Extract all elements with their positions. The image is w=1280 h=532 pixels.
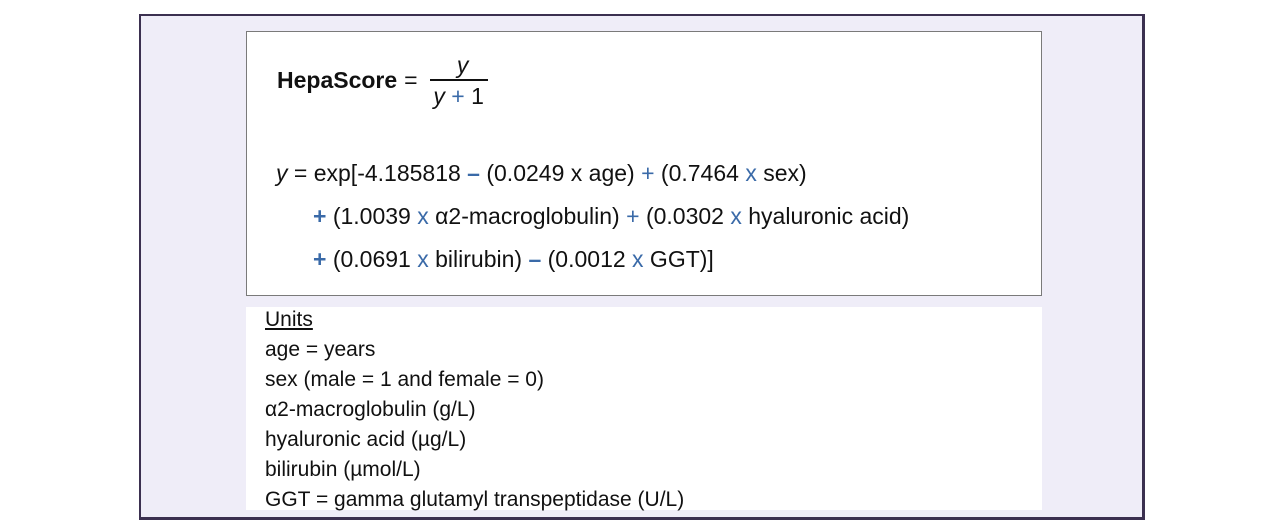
y-equation-line-3: + (0.0691 x bilirubin) – (0.0012 x GGT)] [313,245,714,273]
equals-sign: = [287,160,314,186]
denominator-operator: + [451,82,465,109]
ha-coefficient: (0.0302 [639,203,731,229]
units-heading: Units [265,308,313,331]
equals-sign: = [404,66,418,93]
denominator-variable: y [433,82,445,109]
y-equation-line-1: y = exp[-4.185818 – (0.0249 x age) + (0.… [276,159,807,187]
minus-operator: – [467,160,480,186]
fraction-bar [429,78,488,81]
unit-line-sex: sex (male = 1 and female = 0) [265,368,544,391]
minus-operator: – [528,246,542,272]
hepascore-label: HepaScore [277,66,398,93]
unit-line-a2m: α2-macroglobulin (g/L) [265,398,476,421]
sex-variable: sex) [756,160,807,186]
unit-line-ggt: GGT = gamma glutamyl transpeptidase (U/L… [265,488,685,511]
y-equation-line-2: + (1.0039 x α2-macroglobulin) + (0.0302 … [313,202,909,230]
a2m-variable: α2-macroglobulin) [428,203,627,229]
ggt-coefficient: (0.0012 [541,246,633,272]
plus-operator: + [626,203,640,229]
multiply-operator: x [730,203,742,229]
a2m-coefficient: (1.0039 [326,203,418,229]
unit-line-age: age = years [265,338,376,361]
units-box: Units age = years sex (male = 1 and fema… [246,307,1042,511]
denominator-constant: 1 [471,82,484,109]
hepascore-fraction: y y + 1 [429,51,488,109]
bilirubin-variable: bilirubin) [428,246,529,272]
plus-operator: + [313,246,327,272]
hepascore-definition: HepaScore = y y + 1 [277,50,488,110]
multiply-operator: x [417,203,429,229]
multiply-operator: x [745,160,757,186]
intercept-term: exp[-4.185818 [313,160,468,186]
bilirubin-coefficient: (0.0691 [326,246,418,272]
unit-line-bilirubin: bilirubin (µmol/L) [265,458,421,481]
plus-operator: + [313,203,327,229]
ha-variable: hyaluronic acid) [741,203,910,229]
plus-operator: + [641,160,655,186]
unit-line-hyaluronic-acid: hyaluronic acid (µg/L) [265,428,467,451]
fraction-denominator: y + 1 [433,83,484,109]
age-term: (0.0249 x age) [479,160,642,186]
ggt-variable: GGT)] [643,246,714,272]
multiply-operator: x [417,246,429,272]
multiply-operator: x [632,246,644,272]
fraction-numerator: y [456,51,469,78]
formula-box: HepaScore = y y + 1 y = exp[-4.185818 – … [246,31,1042,296]
sex-coefficient: (0.7464 [654,160,746,186]
y-variable: y [276,160,288,186]
